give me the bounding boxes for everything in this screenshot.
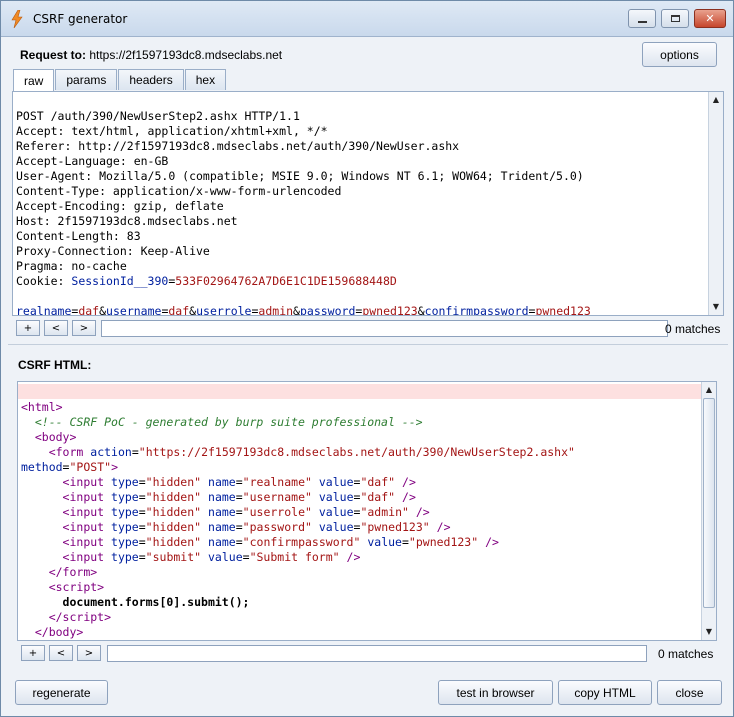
scroll-down-icon[interactable]: ▼ <box>711 302 721 312</box>
request-line: Accept-Encoding: gzip, deflate <box>16 199 224 213</box>
request-line: Content-Type: application/x-www-form-url… <box>16 184 342 198</box>
csrf-search-input[interactable] <box>107 645 647 662</box>
search-prev-button[interactable]: < <box>49 645 73 661</box>
cookie-value: 533F02964762A7D6E1C1DE159688448D <box>175 274 397 288</box>
csrf-html-text: <html> <!-- CSRF PoC - generated by burp… <box>21 400 575 639</box>
request-line: Host: 2f1597193dc8.mdseclabs.net <box>16 214 238 228</box>
close-icon: ✕ <box>705 12 715 25</box>
request-line: Accept: text/html, application/xhtml+xml… <box>16 124 328 138</box>
search-next-button[interactable]: > <box>77 645 101 661</box>
csrf-search-bar: + < > 0 matches <box>21 645 721 663</box>
title-bar: CSRF generator ✕ <box>1 1 733 37</box>
tab-hex[interactable]: hex <box>184 69 227 90</box>
request-line: Referer: http://2f1597193dc8.mdseclabs.n… <box>16 139 460 153</box>
close-button[interactable]: close <box>657 680 722 705</box>
scroll-up-icon[interactable]: ▲ <box>711 95 721 105</box>
close-window-button[interactable]: ✕ <box>694 9 726 28</box>
form-action: https://2f1597193dc8.mdseclabs.net/auth/… <box>145 445 569 459</box>
tab-raw[interactable]: raw <box>13 69 55 91</box>
copy-html-button[interactable]: copy HTML <box>558 680 652 705</box>
scroll-thumb[interactable] <box>703 398 715 608</box>
script-body: document.forms[0].submit(); <box>62 595 250 609</box>
options-button[interactable]: options <box>642 42 717 67</box>
raw-request-editor[interactable]: POST /auth/390/NewUserStep2.ashx HTTP/1.… <box>12 91 724 316</box>
request-tabs: raw params headers hex <box>13 69 227 91</box>
tab-headers[interactable]: headers <box>118 69 184 90</box>
poc-comment: <!-- CSRF PoC - generated by burp suite … <box>34 415 423 429</box>
request-line: Content-Length: 83 <box>16 229 141 243</box>
regenerate-button[interactable]: regenerate <box>15 680 108 705</box>
maximize-icon <box>670 15 680 22</box>
cookie-line: Cookie: SessionId__390=533F02964762A7D6E… <box>16 274 397 288</box>
scroll-down-icon[interactable]: ▼ <box>704 627 714 637</box>
burp-lightning-icon <box>11 10 23 28</box>
request-scrollbar[interactable]: ▲ ▼ <box>708 92 723 315</box>
request-line: User-Agent: Mozilla/5.0 (compatible; MSI… <box>16 169 584 183</box>
csrf-match-count: 0 matches <box>658 647 714 661</box>
search-add-button[interactable]: + <box>21 645 45 661</box>
pane-divider[interactable] <box>8 344 728 345</box>
request-to: Request to: https://2f1597193dc8.mdsecla… <box>20 48 282 62</box>
request-line: POST /auth/390/NewUserStep2.ashx HTTP/1.… <box>16 109 300 123</box>
request-search-bar: + < > 0 matches <box>16 320 722 338</box>
cookie-name: SessionId__390 <box>71 274 169 288</box>
request-line: Proxy-Connection: Keep-Alive <box>16 244 210 258</box>
maximize-button[interactable] <box>661 9 689 28</box>
tab-params[interactable]: params <box>55 69 118 90</box>
request-to-label: Request to: <box>20 48 86 62</box>
test-in-browser-button[interactable]: test in browser <box>438 680 553 705</box>
minimize-icon <box>637 20 647 23</box>
request-url: https://2f1597193dc8.mdseclabs.net <box>89 48 283 62</box>
raw-request-text: POST /auth/390/NewUserStep2.ashx HTTP/1.… <box>16 94 591 316</box>
form-method: POST <box>76 460 105 474</box>
request-search-input[interactable] <box>101 320 668 337</box>
csrf-html-label: CSRF HTML: <box>18 358 92 372</box>
request-line: Accept-Language: en-GB <box>16 154 169 168</box>
csrf-generator-window: CSRF generator ✕ Request to: https://2f1… <box>0 0 734 717</box>
csrf-html-editor[interactable]: <html> <!-- CSRF PoC - generated by burp… <box>17 381 717 641</box>
minimize-button[interactable] <box>628 9 656 28</box>
window-title: CSRF generator <box>33 12 128 26</box>
request-line: Pragma: no-cache <box>16 259 127 273</box>
request-body: realname=daf&username=daf&userrole=admin… <box>16 304 591 316</box>
search-add-button[interactable]: + <box>16 320 40 336</box>
request-match-count: 0 matches <box>665 322 721 336</box>
scroll-up-icon[interactable]: ▲ <box>704 385 714 395</box>
submit-value: Submit form <box>256 550 333 564</box>
search-next-button[interactable]: > <box>72 320 96 336</box>
search-prev-button[interactable]: < <box>44 320 68 336</box>
csrf-scrollbar[interactable]: ▲ ▼ <box>701 382 716 640</box>
